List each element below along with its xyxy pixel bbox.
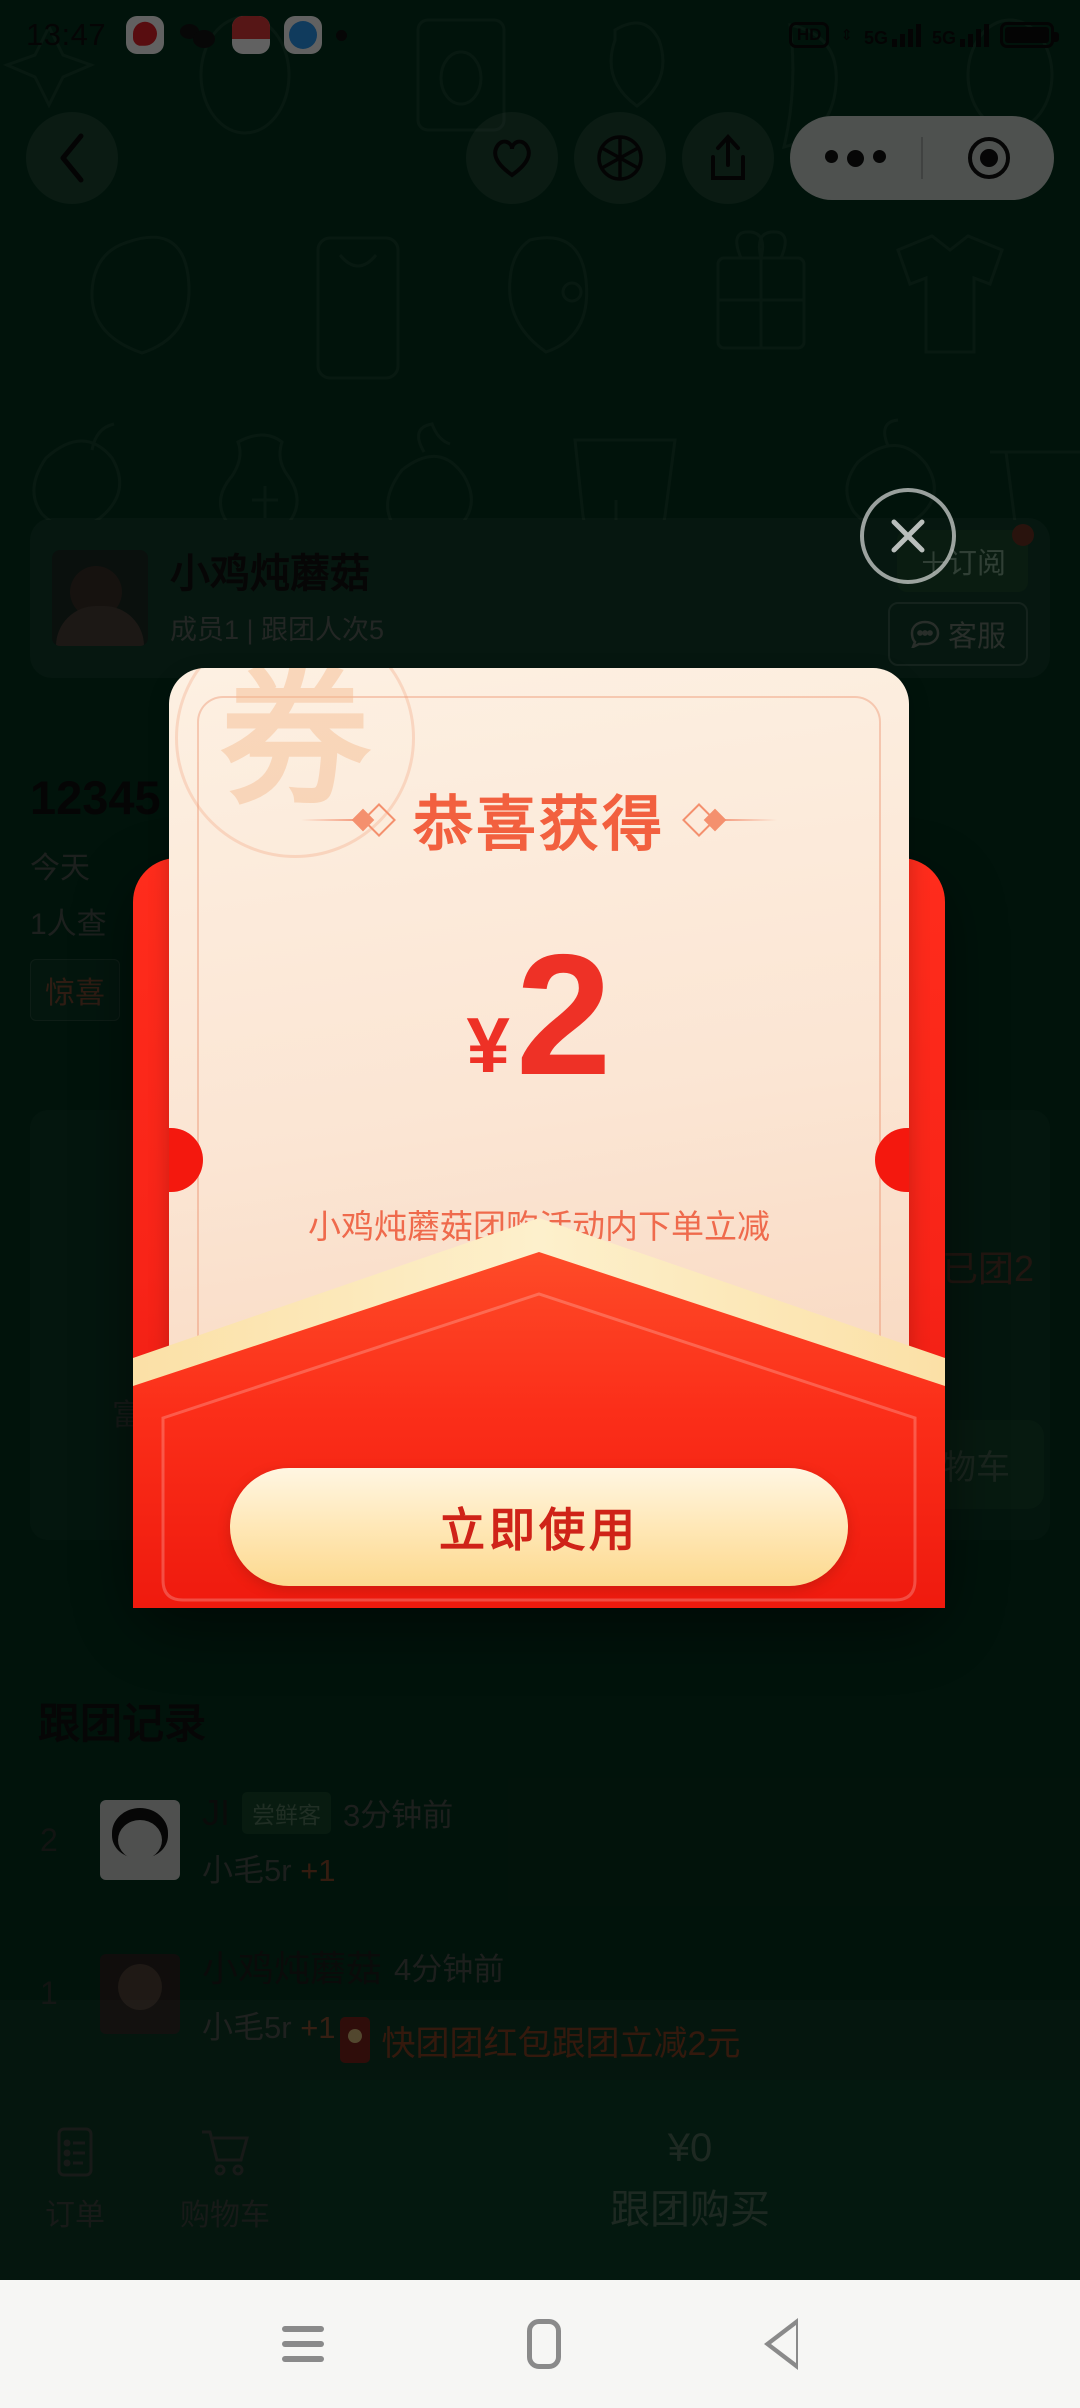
- use-now-button[interactable]: 立即使用: [230, 1468, 848, 1586]
- home-icon[interactable]: [526, 2319, 561, 2369]
- amount-value: 2: [515, 919, 612, 1111]
- modal-title-row: 恭喜获得: [169, 776, 909, 863]
- currency-symbol: ¥: [466, 1001, 510, 1090]
- ornament-left: [301, 802, 396, 837]
- android-navigation-bar: [0, 2280, 1080, 2408]
- menu-icon[interactable]: [281, 2326, 324, 2362]
- close-icon[interactable]: [860, 488, 956, 584]
- coupon-amount: ¥ 2: [169, 919, 909, 1111]
- page-title: 恭喜获得: [413, 791, 665, 858]
- back-triangle-icon[interactable]: [764, 2318, 799, 2370]
- use-now-label: 立即使用: [439, 1504, 639, 1556]
- redpacket-modal: 券 恭喜获得 ¥ 2 小鸡炖蘑菇团购活动内下单立减: [133, 668, 945, 1608]
- ornament-right: [682, 802, 777, 837]
